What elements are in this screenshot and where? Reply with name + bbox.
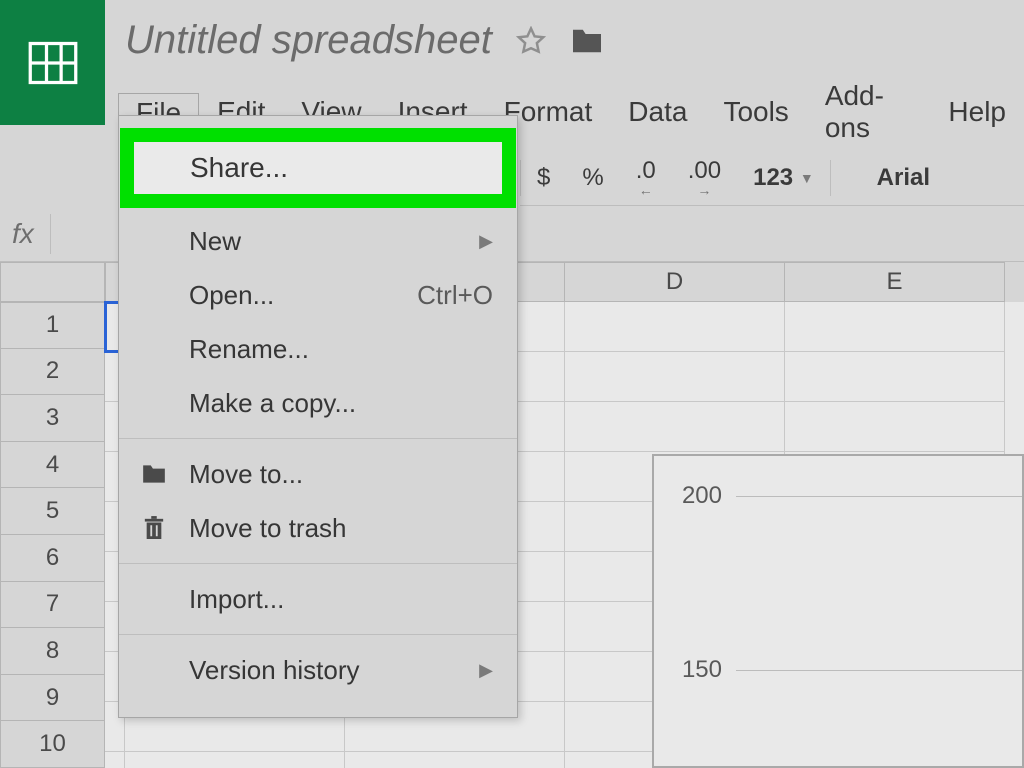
row-header-8[interactable]: 8 xyxy=(0,628,105,675)
chart-ytick-150: 150 xyxy=(674,656,722,684)
sheets-grid-icon xyxy=(27,37,79,89)
row-header-4[interactable]: 4 xyxy=(0,442,105,489)
file-menu-move-to-label: Move to... xyxy=(189,459,303,490)
row-header-5[interactable]: 5 xyxy=(0,488,105,535)
document-title[interactable]: Untitled spreadsheet xyxy=(125,18,492,63)
file-menu-share-label: Share... xyxy=(190,152,288,184)
cell-C10[interactable] xyxy=(345,752,565,768)
row-header-3[interactable]: 3 xyxy=(0,395,105,442)
cell-D2[interactable] xyxy=(565,352,785,402)
file-menu-import-label: Import... xyxy=(189,584,284,615)
menu-addons[interactable]: Add-ons xyxy=(807,76,931,150)
file-menu-version-history-label: Version history xyxy=(189,655,360,686)
submenu-caret-icon: ▶ xyxy=(479,660,493,681)
sheets-logo[interactable] xyxy=(0,0,105,125)
row-header-1[interactable]: 1 xyxy=(0,302,105,349)
chart-ytick-200: 200 xyxy=(674,482,722,510)
file-menu-move-to-trash[interactable]: Move to trash xyxy=(119,501,517,555)
cell-E2[interactable] xyxy=(785,352,1005,402)
column-header-E[interactable]: E xyxy=(785,262,1005,302)
menu-tools[interactable]: Tools xyxy=(705,92,806,134)
file-menu-make-copy[interactable]: Make a copy... xyxy=(119,376,517,430)
format-currency-button[interactable]: $ xyxy=(521,150,566,205)
file-menu-trash-label: Move to trash xyxy=(189,513,347,544)
decrease-decimal-button[interactable]: .0← xyxy=(620,150,672,205)
file-menu-open[interactable]: Open... Ctrl+O xyxy=(119,268,517,322)
row-header-10[interactable]: 10 xyxy=(0,721,105,768)
star-icon[interactable] xyxy=(516,26,546,56)
row-header-9[interactable]: 9 xyxy=(0,675,105,722)
toolbar: $ % .0← .00→ 123 ▼ Arial xyxy=(520,150,1024,206)
file-menu-new-label: New xyxy=(189,226,241,257)
file-menu-rename[interactable]: Rename... xyxy=(119,322,517,376)
format-percent-button[interactable]: % xyxy=(566,150,619,205)
fx-label: fx xyxy=(12,218,34,250)
menu-data[interactable]: Data xyxy=(610,92,705,134)
folder-solid-icon xyxy=(139,459,169,489)
dec-less-label: .0 xyxy=(636,159,656,183)
file-menu-import[interactable]: Import... xyxy=(119,572,517,626)
file-menu-make-copy-label: Make a copy... xyxy=(189,388,356,419)
font-family-select[interactable]: Arial xyxy=(861,150,946,205)
cell-B10[interactable] xyxy=(125,752,345,768)
file-menu-share[interactable]: Share... xyxy=(120,128,516,208)
number-format-button[interactable]: 123 ▼ xyxy=(737,150,830,205)
file-menu-new[interactable]: New ▶ xyxy=(119,214,517,268)
trash-icon xyxy=(139,513,169,543)
dec-more-label: .00 xyxy=(688,159,721,183)
column-header-D[interactable]: D xyxy=(565,262,785,302)
submenu-caret-icon: ▶ xyxy=(479,231,493,252)
file-menu-rename-label: Rename... xyxy=(189,334,309,365)
num-format-label: 123 xyxy=(753,164,793,192)
row-header-2[interactable]: 2 xyxy=(0,349,105,396)
cell-E3[interactable] xyxy=(785,402,1005,452)
file-menu-open-shortcut: Ctrl+O xyxy=(417,280,493,311)
row-header-6[interactable]: 6 xyxy=(0,535,105,582)
file-menu-open-label: Open... xyxy=(189,280,274,311)
embedded-chart[interactable]: 200 150 xyxy=(652,454,1024,768)
cell-E1[interactable] xyxy=(785,302,1005,352)
file-menu-version-history[interactable]: Version history ▶ xyxy=(119,643,517,697)
increase-decimal-button[interactable]: .00→ xyxy=(672,150,737,205)
select-all-corner[interactable] xyxy=(0,262,105,302)
cell-A10[interactable] xyxy=(105,752,125,768)
cell-D3[interactable] xyxy=(565,402,785,452)
cell-D1[interactable] xyxy=(565,302,785,352)
folder-icon[interactable] xyxy=(570,27,604,55)
file-menu-move-to[interactable]: Move to... xyxy=(119,447,517,501)
menu-help[interactable]: Help xyxy=(930,92,1024,134)
row-header-7[interactable]: 7 xyxy=(0,582,105,629)
